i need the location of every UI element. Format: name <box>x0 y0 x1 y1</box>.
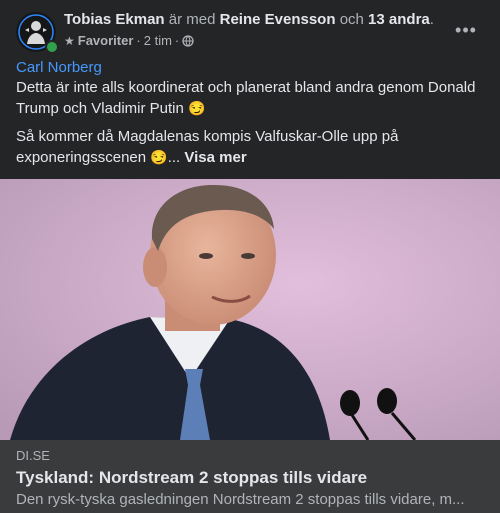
with-text: är med <box>168 11 216 28</box>
post-header: Tobias Ekman är med Reine Evensson och 1… <box>0 0 500 60</box>
others-link[interactable]: 13 andra <box>368 11 430 28</box>
globe-icon <box>182 35 194 47</box>
more-options-button[interactable]: ••• <box>448 16 484 44</box>
period: . <box>429 11 434 28</box>
post-meta: ★ Favoriter · 2 tim · <box>64 32 194 50</box>
ellipsis: ... <box>167 149 181 166</box>
and-text: och <box>339 11 364 28</box>
post-paragraph-1: Detta är inte alls koordinerat och plane… <box>16 78 484 119</box>
news-photo <box>0 179 500 440</box>
mention-line: Carl Norberg <box>16 58 484 78</box>
author-name[interactable]: Tobias Ekman <box>64 11 165 28</box>
post-paragraph-2: Så kommer då Magdalenas kompis Valfuskar… <box>16 127 484 168</box>
mention-link[interactable]: Carl Norberg <box>16 59 102 76</box>
post-time[interactable]: 2 tim <box>144 32 172 50</box>
link-description: Den rysk-tyska gasledningen Nordstream 2… <box>16 491 465 508</box>
online-dot-icon <box>45 40 59 54</box>
meta-separator: · <box>136 33 141 48</box>
smirk-emoji-icon-2: 😏 <box>150 149 168 165</box>
meta-separator-2: · <box>174 33 180 48</box>
smirk-emoji-icon: 😏 <box>188 100 206 116</box>
see-more-button[interactable]: Visa mer <box>184 149 246 166</box>
audience-label[interactable]: Favoriter <box>78 32 134 50</box>
star-icon: ★ <box>64 34 75 48</box>
author-line: Tobias Ekman är med Reine Evensson och 1… <box>64 10 434 30</box>
link-preview[interactable]: DI.SE Tyskland: Nordstream 2 stoppas til… <box>0 440 500 513</box>
tagged-person[interactable]: Reine Evensson <box>220 11 336 28</box>
link-title[interactable]: Tyskland: Nordstream 2 stoppas tills vid… <box>16 467 367 489</box>
post-text: Carl Norberg Detta är inte alls koordine… <box>16 58 484 168</box>
link-domain: DI.SE <box>16 448 50 463</box>
post-link-image[interactable] <box>0 179 500 440</box>
paragraph-1-text: Detta är inte alls koordinerat och plane… <box>16 79 476 117</box>
